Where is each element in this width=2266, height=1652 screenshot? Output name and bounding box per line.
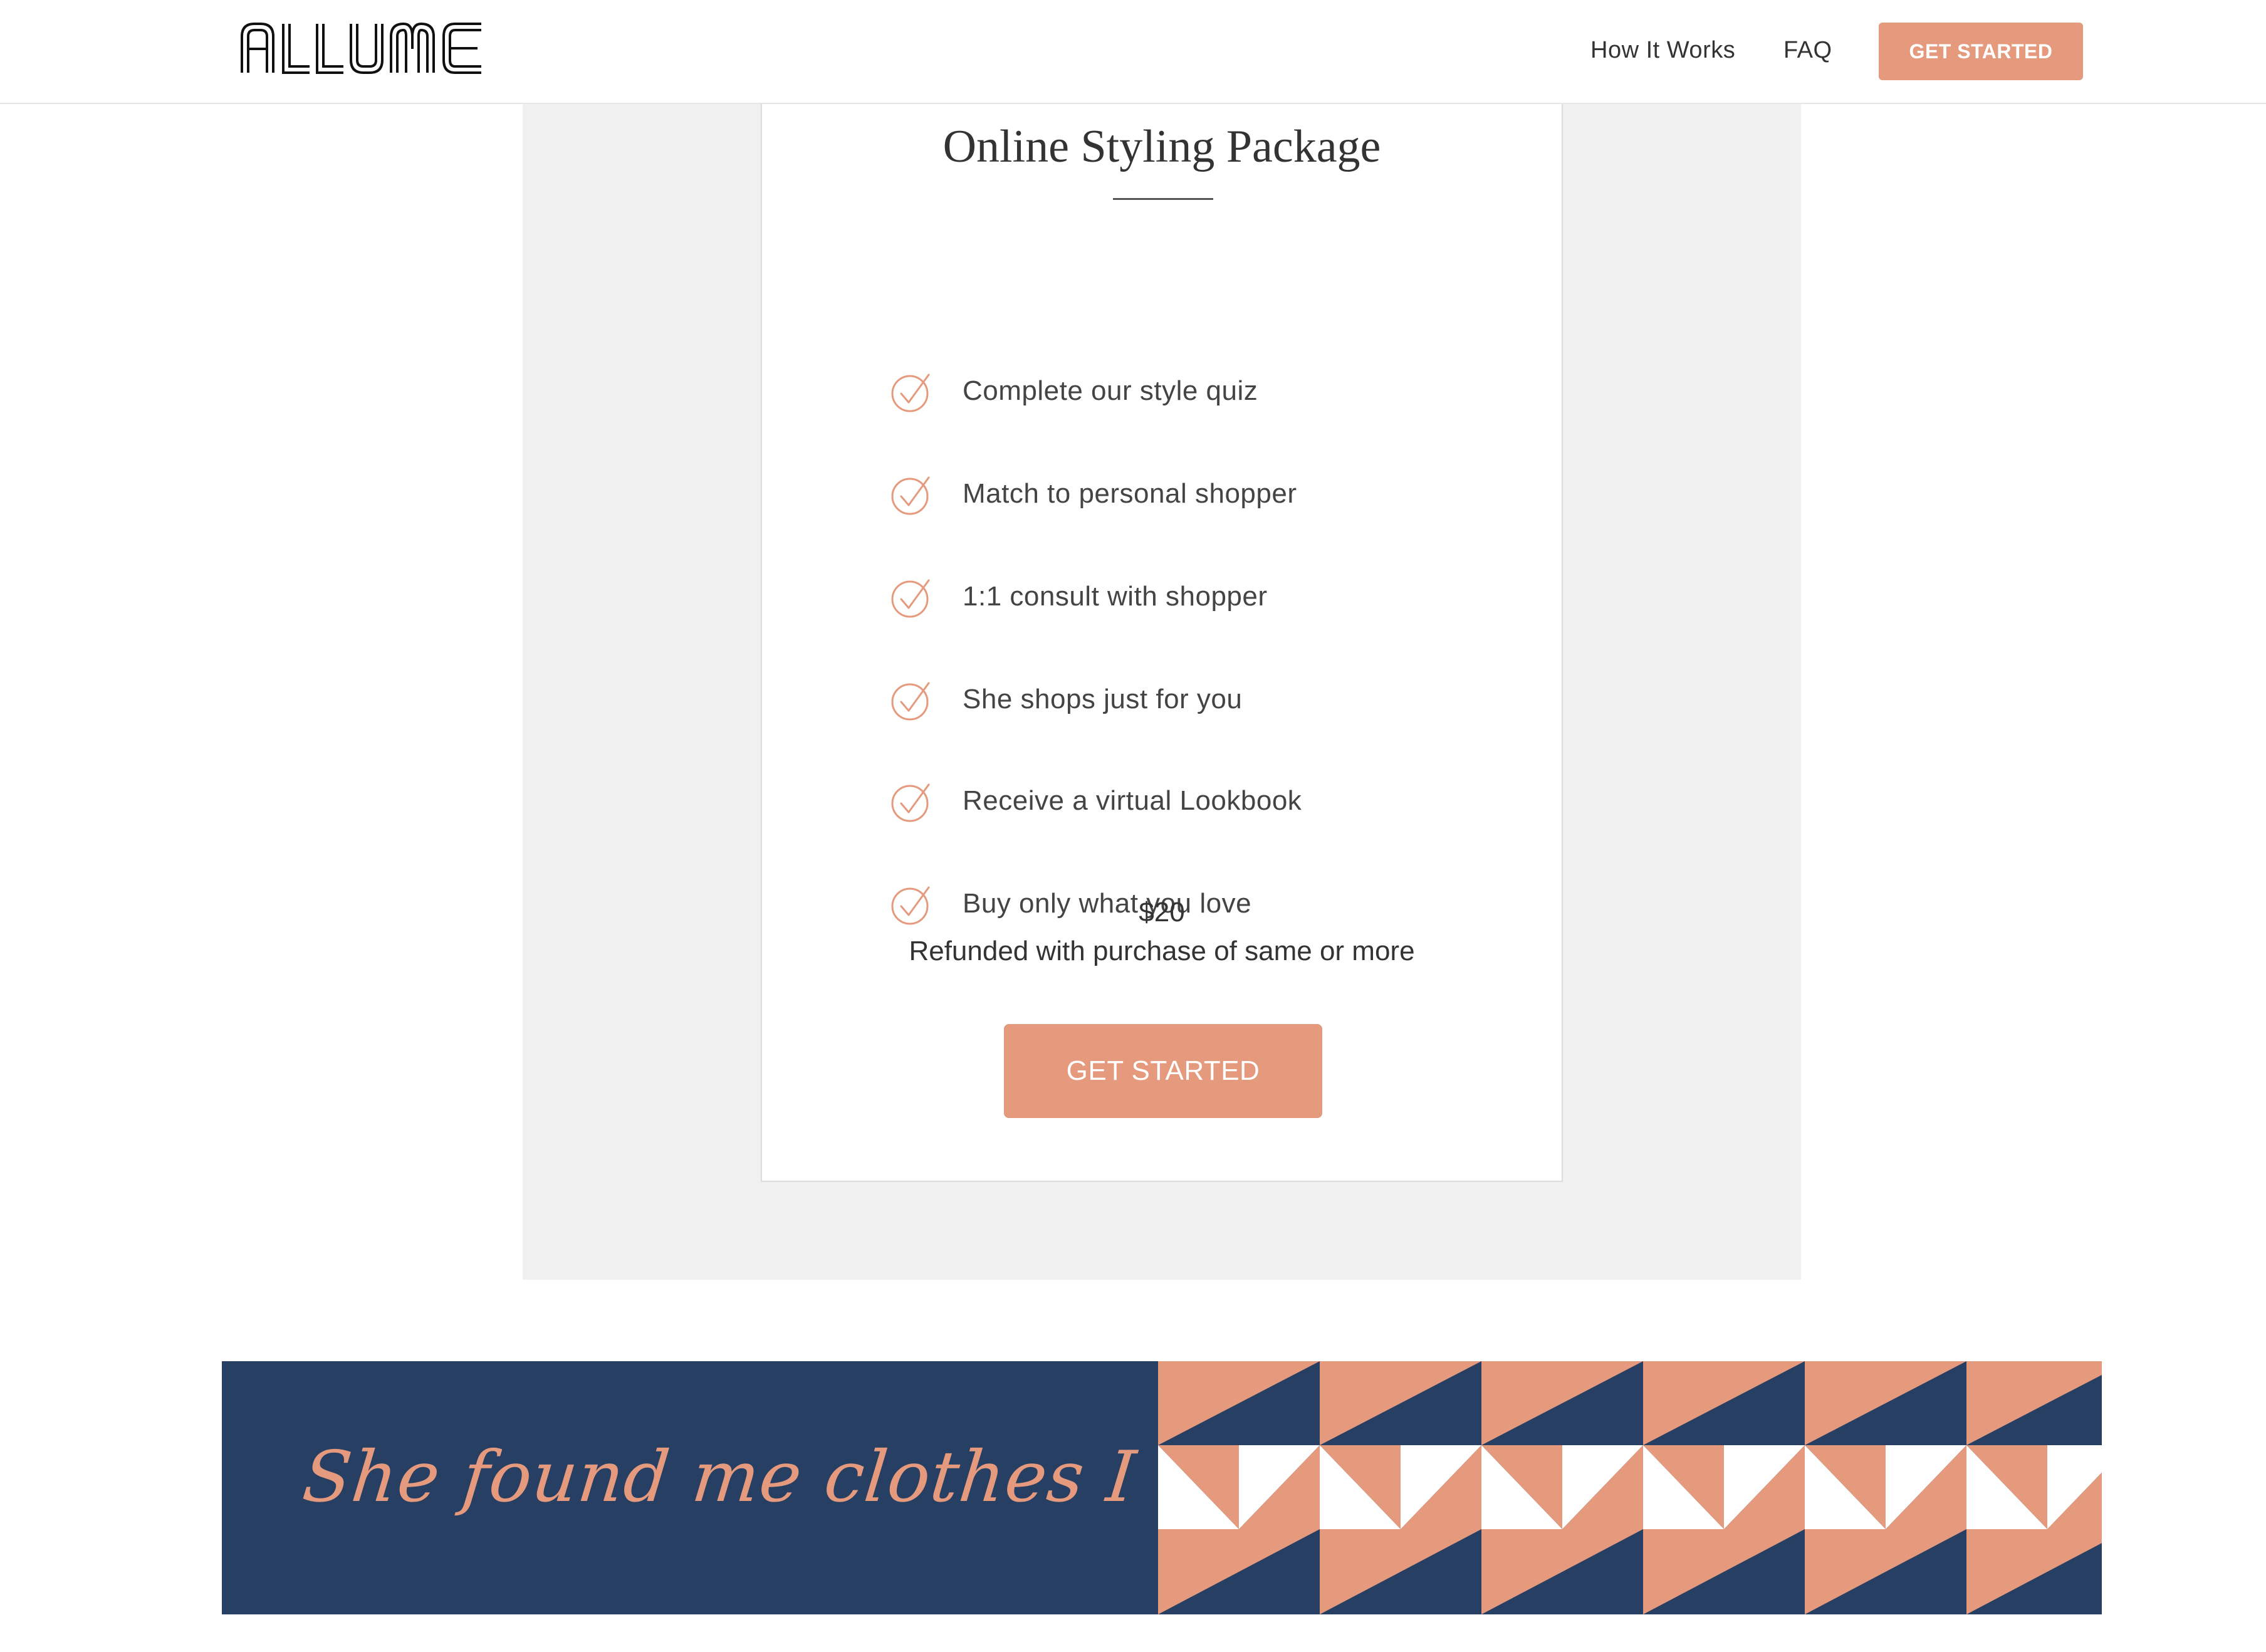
check-circle-icon	[891, 374, 930, 412]
check-circle-icon	[891, 783, 930, 822]
feature-label: 1:1 consult with shopper	[963, 581, 1268, 612]
feature-item: Receive a virtual Lookbook	[890, 776, 1454, 826]
allume-logo[interactable]	[239, 18, 484, 80]
feature-label: Match to personal shopper	[963, 478, 1297, 509]
nav-how-it-works[interactable]: How It Works	[1590, 35, 1735, 65]
package-price: $20	[1139, 897, 1185, 928]
feature-item: 1:1 consult with shopper	[890, 572, 1454, 622]
nav-faq[interactable]: FAQ	[1783, 35, 1832, 65]
title-divider	[1113, 198, 1213, 200]
feature-item: She shops just for you	[890, 674, 1454, 724]
feature-label: Receive a virtual Lookbook	[963, 785, 1302, 816]
refund-note: Refunded with purchase of same or more	[909, 936, 1415, 966]
testimonial-banner: She found me clothes I love.	[222, 1361, 2102, 1614]
feature-label: Complete our style quiz	[963, 375, 1258, 406]
feature-item: Complete our style quiz	[890, 366, 1454, 416]
package-get-started-button[interactable]: GET STARTED	[1004, 1024, 1322, 1118]
header-get-started-button[interactable]: GET STARTED	[1879, 23, 2083, 80]
site-header: How It Works FAQ GET STARTED	[0, 0, 2266, 104]
check-circle-icon	[891, 476, 930, 515]
package-card: Online Styling Package Complete our styl…	[761, 104, 1563, 1182]
package-title: Online Styling Package	[942, 121, 1381, 172]
check-circle-icon	[891, 682, 930, 721]
check-circle-icon	[891, 579, 930, 618]
feature-item: Match to personal shopper	[890, 469, 1454, 519]
feature-label: She shops just for you	[963, 684, 1243, 714]
geometric-pattern	[1158, 1361, 2102, 1614]
